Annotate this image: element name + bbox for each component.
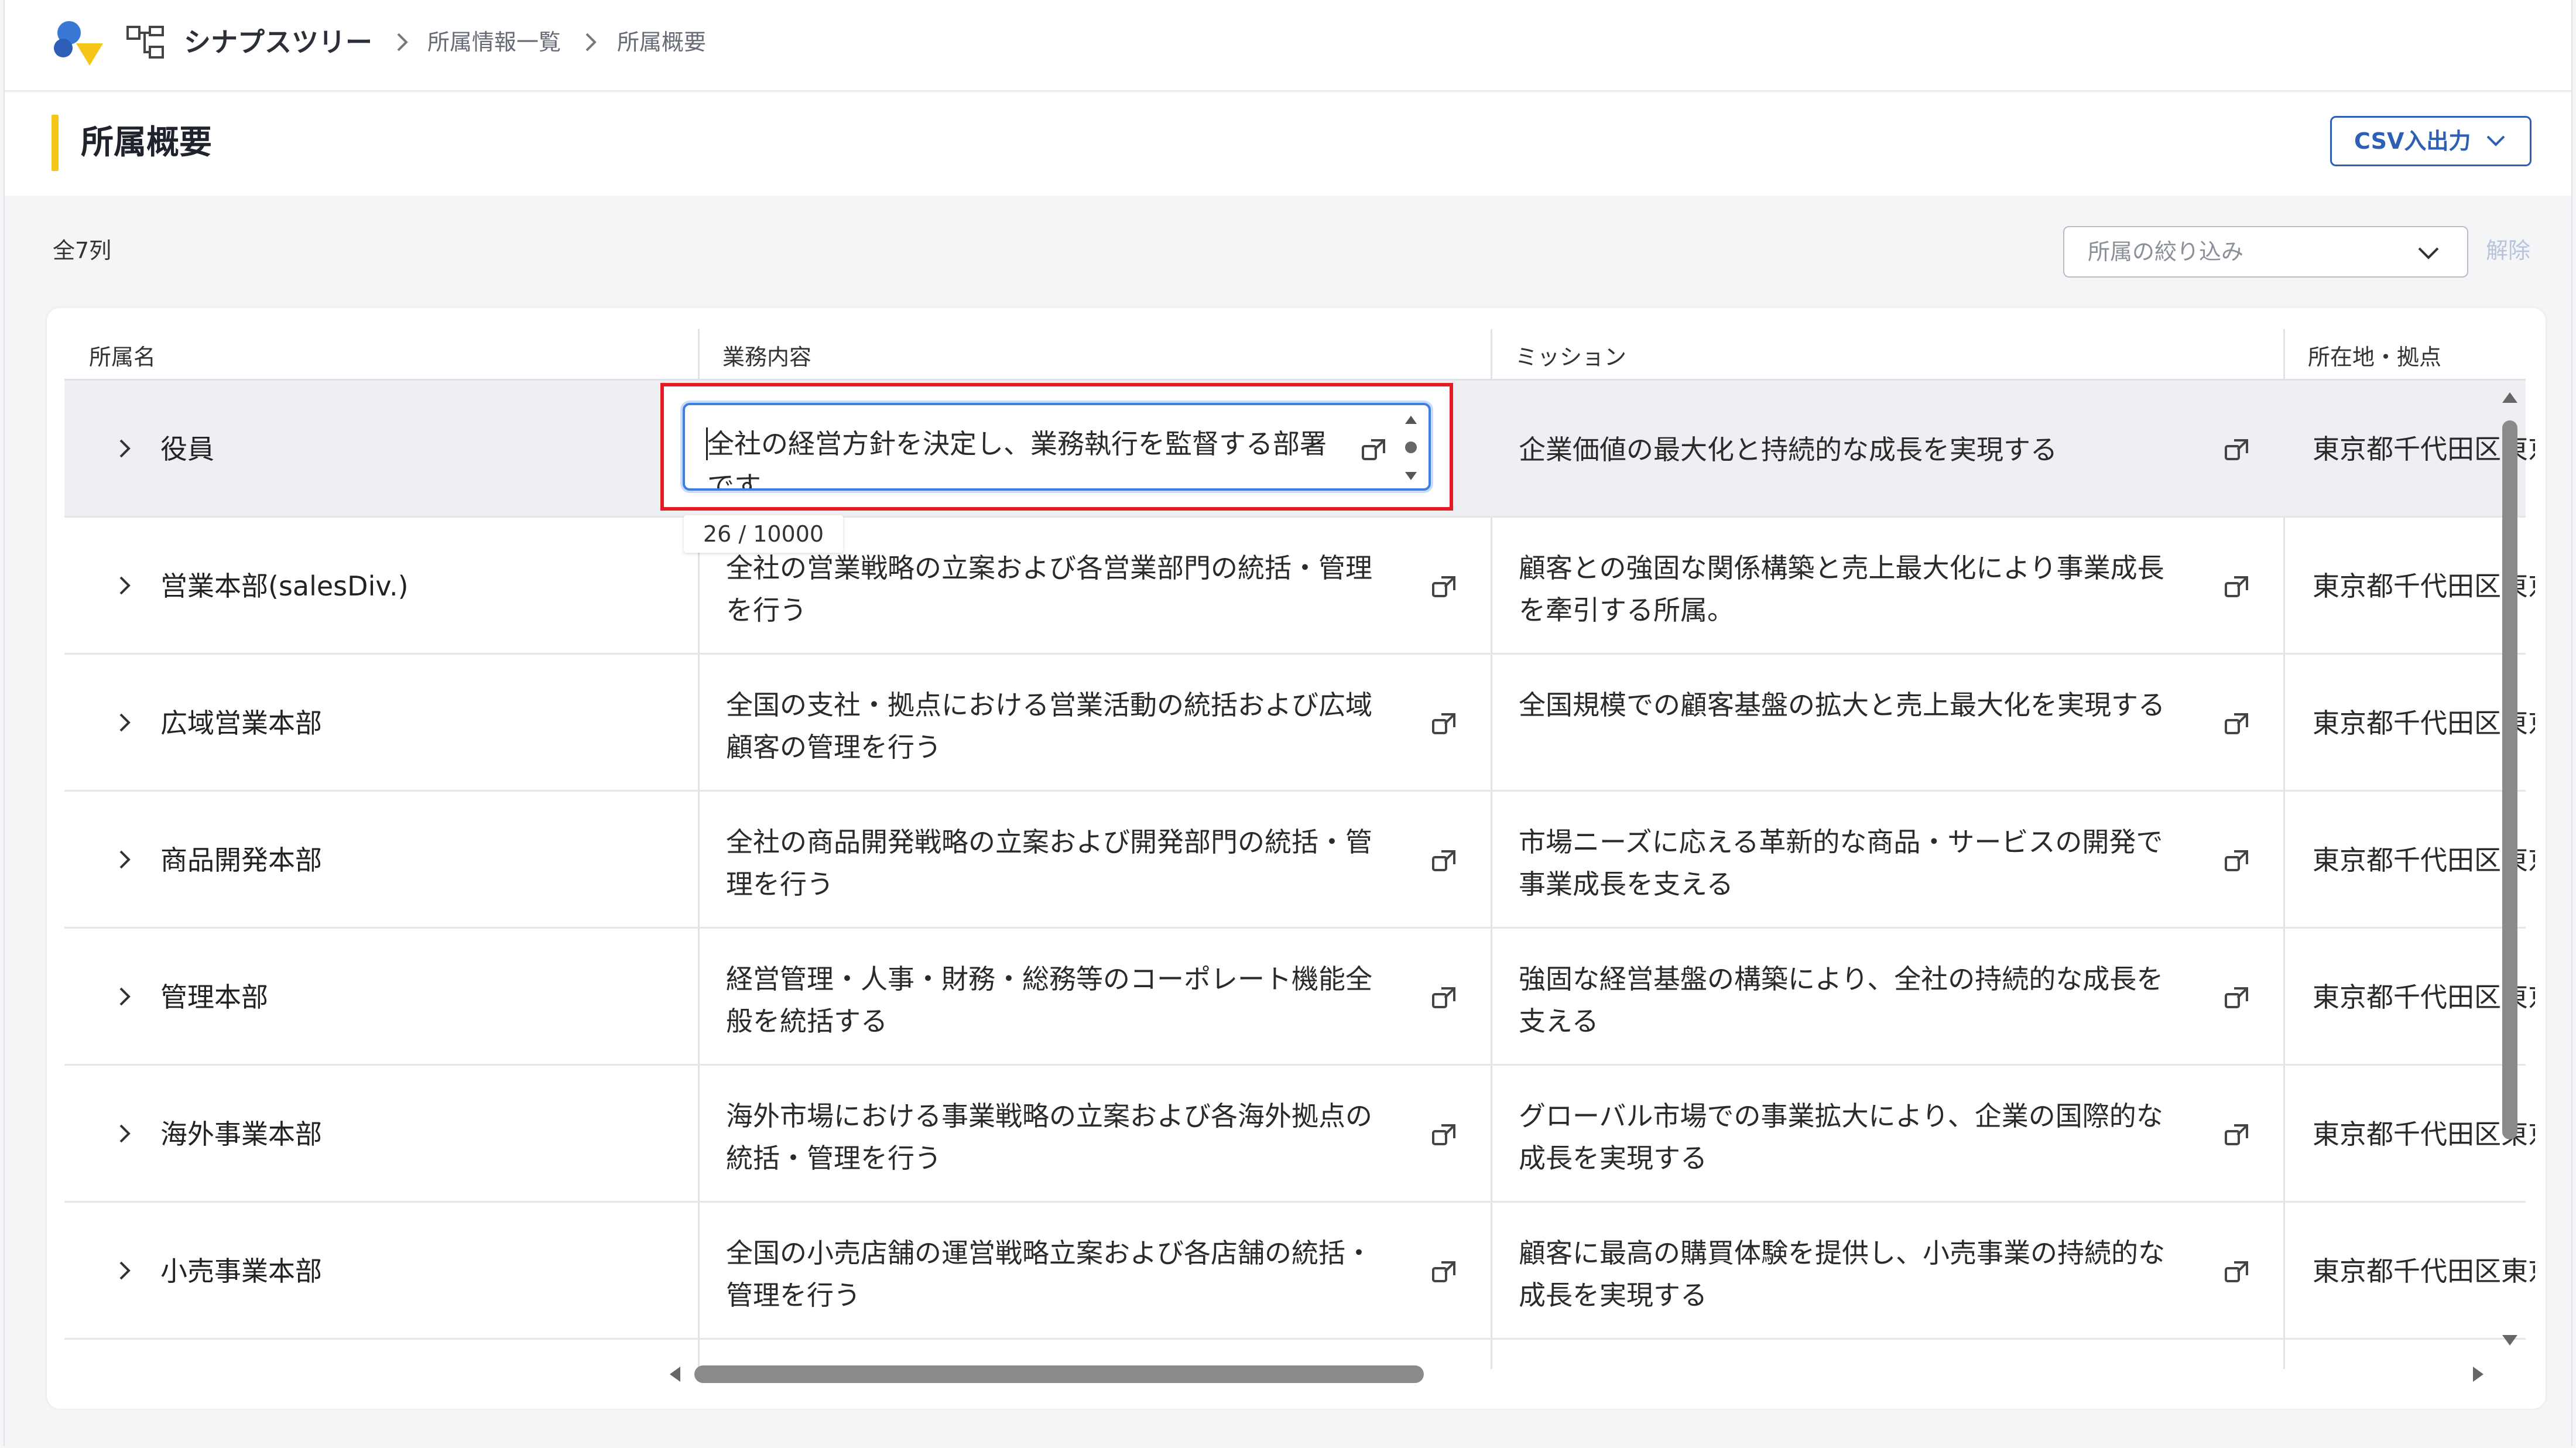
location-cell[interactable]: 東京都千代田区東京 [2313, 792, 2535, 929]
expand-text-icon[interactable] [2224, 573, 2252, 601]
business-edit-value: 全社の経営方針を決定し、業務執行を監督する部署です [707, 428, 1327, 491]
expand-text-icon[interactable] [2224, 1121, 2252, 1149]
page-title-band: 所属概要 CSV入出力 [5, 93, 2571, 196]
mission-cell[interactable]: グローバル市場での事業拡大により、企業の国際的な成長を実現する [1519, 1095, 2169, 1179]
department-name: 小売事業本部 [160, 1255, 322, 1287]
business-cell[interactable]: 全国の支社・拠点における営業活動の統括および広域顧客の管理を行う [726, 684, 1376, 768]
table-row[interactable]: 商品開発本部 全社の商品開発戦略の立案および開発部門の統括・管理を行う 市場ニー… [64, 792, 2535, 929]
page-title: 所属概要 [81, 124, 212, 162]
char-count-tooltip: 26 / 10000 [684, 515, 843, 553]
editing-cell-highlight: 全社の経営方針を決定し、業務執行を監督する部署です [660, 383, 1453, 511]
chevron-down-icon [2486, 135, 2505, 146]
org-tree-icon [126, 26, 164, 59]
expand-row-chevron-icon[interactable] [118, 1259, 132, 1282]
column-header-location[interactable]: 所在地・拠点 [2283, 329, 2441, 381]
chevron-right-icon [397, 33, 408, 52]
mission-cell[interactable]: 顧客との強固な関係構築と売上最大化により事業成長を牽引する所属。 [1519, 547, 2169, 631]
vertical-scrollbar-thumb[interactable] [2502, 420, 2517, 1139]
department-name: 管理本部 [160, 981, 268, 1013]
expand-text-icon[interactable] [2224, 1258, 2252, 1286]
expand-text-icon[interactable] [1431, 847, 1459, 875]
location-cell[interactable]: 東京都千代田区東京 [2313, 929, 2535, 1066]
expand-text-icon[interactable] [2224, 847, 2252, 875]
expand-row-chevron-icon[interactable] [118, 574, 132, 597]
business-cell[interactable]: 全社の営業戦略の立案および各営業部門の統括・管理を行う [726, 547, 1376, 631]
table-row[interactable]: 管理本部 経営管理・人事・財務・総務等のコーポレート機能全般を統括する 強固な経… [64, 929, 2535, 1066]
clear-filter-link[interactable]: 解除 [2486, 234, 2530, 267]
expand-row-chevron-icon[interactable] [118, 985, 132, 1008]
business-cell[interactable]: 経営管理・人事・財務・総務等のコーポレート機能全般を統括する [726, 958, 1376, 1042]
expand-row-chevron-icon[interactable] [118, 711, 132, 734]
scroll-right-arrow-icon[interactable] [2472, 1365, 2485, 1383]
chevron-right-icon [585, 33, 597, 52]
expand-row-chevron-icon[interactable] [118, 848, 132, 871]
expand-row-chevron-icon[interactable] [118, 1122, 132, 1145]
mission-cell[interactable]: 企業価値の最大化と持続的な成長を実現する [1519, 429, 2169, 471]
horizontal-scrollbar-thumb[interactable] [694, 1365, 1424, 1383]
table-row[interactable]: 広域営業本部 全国の支社・拠点における営業活動の統括および広域顧客の管理を行う … [64, 655, 2535, 792]
table-header: 所属名 業務内容 ミッション 所在地・拠点 [64, 329, 2526, 381]
top-header: シナプスツリー 所属情報一覧 所属概要 [5, 0, 2571, 91]
scroll-down-arrow-icon[interactable] [2501, 1334, 2519, 1347]
table-row[interactable]: 営業本部(salesDiv.) 全社の営業戦略の立案および各営業部門の統括・管理… [64, 518, 2535, 655]
textarea-scrollbar[interactable] [1400, 411, 1421, 485]
location-cell[interactable]: 東京都千代田区東京 [2313, 655, 2535, 792]
department-filter-select[interactable]: 所属の絞り込み [2063, 226, 2468, 278]
business-cell[interactable]: 全社の商品開発戦略の立案および開発部門の統括・管理を行う [726, 821, 1376, 905]
expand-text-icon[interactable] [1431, 573, 1459, 601]
expand-text-icon[interactable] [1431, 1121, 1459, 1149]
app-logo-icon[interactable] [53, 18, 107, 68]
expand-text-icon[interactable] [1431, 1258, 1459, 1286]
chevron-down-icon [2418, 247, 2439, 259]
business-cell[interactable]: 全国の小売店舗の運営戦略立案および各店舗の統括・管理を行う [726, 1232, 1376, 1316]
filter-placeholder: 所属の絞り込み [2088, 239, 2244, 265]
breadcrumb-item-current: 所属概要 [617, 29, 707, 55]
text-caret [706, 427, 708, 460]
table-row[interactable]: 小売事業本部 全国の小売店舗の運営戦略立案および各店舗の統括・管理を行う 顧客に… [64, 1203, 2535, 1340]
csv-io-button-label: CSV入出力 [2354, 128, 2471, 154]
expand-row-chevron-icon[interactable] [118, 437, 132, 460]
column-header-name[interactable]: 所属名 [64, 329, 156, 381]
column-header-business[interactable]: 業務内容 [698, 329, 811, 381]
location-cell[interactable]: 東京都千代田区東京 [2313, 1066, 2535, 1203]
scroll-left-arrow-icon[interactable] [669, 1365, 681, 1383]
department-name: 役員 [160, 433, 214, 465]
mission-cell[interactable]: 顧客に最高の購買体験を提供し、小売事業の持続的な成長を実現する [1519, 1232, 2169, 1316]
department-name: 海外事業本部 [160, 1118, 322, 1150]
location-cell[interactable]: 東京都千代田区東京 [2313, 518, 2535, 655]
column-header-mission[interactable]: ミッション [1491, 329, 1626, 381]
mission-cell[interactable]: 市場ニーズに応える革新的な商品・サービスの開発で事業成長を支える [1519, 821, 2169, 905]
column-count-label: 全7列 [53, 238, 112, 263]
expand-text-icon[interactable] [1361, 436, 1389, 464]
breadcrumb-item-list[interactable]: 所属情報一覧 [427, 26, 561, 59]
department-name: 広域営業本部 [160, 707, 322, 739]
business-cell[interactable]: 海外市場における事業戦略の立案および各海外拠点の統括・管理を行う [726, 1095, 1376, 1179]
expand-text-icon[interactable] [1431, 984, 1459, 1012]
csv-io-button[interactable]: CSV入出力 [2330, 116, 2532, 166]
department-name: 営業本部(salesDiv.) [160, 570, 409, 602]
mission-cell[interactable]: 強固な経営基盤の構築により、全社の持続的な成長を支える [1519, 958, 2169, 1042]
expand-text-icon[interactable] [2224, 710, 2252, 738]
table-row[interactable]: 海外事業本部 海外市場における事業戦略の立案および各海外拠点の統括・管理を行う … [64, 1066, 2535, 1203]
app-name[interactable]: シナプスツリー [184, 23, 372, 61]
expand-text-icon[interactable] [2224, 436, 2252, 464]
expand-text-icon[interactable] [1431, 710, 1459, 738]
scroll-up-arrow-icon[interactable] [2501, 391, 2519, 404]
department-name: 商品開発本部 [160, 844, 322, 876]
app-frame: シナプスツリー 所属情報一覧 所属概要 所属概要 CSV入出力 全7列 所属の絞… [4, 0, 2572, 1446]
location-cell[interactable]: 東京都千代田区東京 [2313, 1203, 2535, 1340]
title-accent-bar [52, 115, 59, 171]
expand-text-icon[interactable] [2224, 984, 2252, 1012]
mission-cell[interactable]: 全国規模での顧客基盤の拡大と売上最大化を実現する [1519, 684, 2169, 768]
business-edit-textarea[interactable]: 全社の経営方針を決定し、業務執行を監督する部署です [683, 403, 1431, 491]
